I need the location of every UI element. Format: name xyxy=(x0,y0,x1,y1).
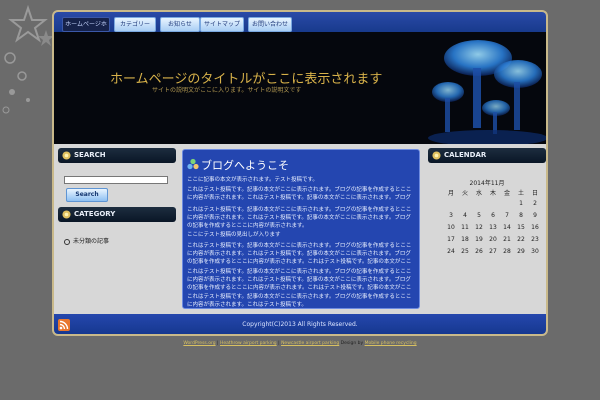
calendar-weekdays: 月火水木金土日 xyxy=(444,188,542,197)
weekday: 土 xyxy=(517,190,524,197)
calendar-heading-text: CALENDAR xyxy=(444,151,487,159)
bullet-icon xyxy=(64,238,70,245)
calendar-caption: 2014年11月 xyxy=(469,180,505,187)
top-navigation: ホームページホーム カテゴリー お知らせ サイトマップ お問い合わせ xyxy=(54,12,546,41)
calendar-day: 30 xyxy=(531,248,539,255)
nav-tab-news[interactable]: お知らせ xyxy=(160,17,200,32)
copyright-text: Copyright(C)2013 All Rights Reserved. xyxy=(242,321,358,328)
post-paragraph: これはテスト投稿です。記事の本文がここに表示されます。ブログの記事を作成するとこ… xyxy=(187,269,412,291)
post-paragraph: これはテスト投稿です。記事の本文がここに表示されます。ブログの記事を作成するとこ… xyxy=(187,243,412,265)
glowing-mushroom-image xyxy=(428,40,546,144)
search-button[interactable]: Search xyxy=(66,188,108,202)
calendar-day: 19 xyxy=(475,236,483,243)
calendar-week: 24 25 26 27 28 29 30 xyxy=(444,248,542,255)
calendar-day: 9 xyxy=(533,212,537,219)
flower-icon xyxy=(432,151,441,160)
flower-icon xyxy=(62,151,71,160)
calendar-day: 21 xyxy=(503,236,511,243)
calendar-day: 8 xyxy=(519,212,523,219)
calendar-day: 15 xyxy=(517,224,525,231)
calendar-day: 17 xyxy=(447,236,455,243)
category-widget-heading: CATEGORY xyxy=(58,207,176,222)
weekday: 水 xyxy=(475,190,482,197)
calendar-day: 22 xyxy=(517,236,525,243)
calendar-day: 18 xyxy=(461,236,469,243)
nav-tab-sitemap[interactable]: サイトマップ xyxy=(200,17,244,32)
post-paragraph: これはテスト投稿です。記事の本文がここに表示されます。ブログの記事を作成するとこ… xyxy=(187,187,412,201)
weekday: 月 xyxy=(447,190,454,197)
header-banner: ホームページのタイトルがここに表示されます サイトの説明文がここに入ります。サイ… xyxy=(54,32,546,144)
calendar-day: 26 xyxy=(475,248,483,255)
post-paragraph: これはテスト投稿です。記事の本文がここに表示されます。ブログの記事を作成するとこ… xyxy=(187,207,412,229)
calendar-day: 16 xyxy=(531,224,539,231)
credit-link[interactable]: WordPress.org xyxy=(183,341,215,346)
main-post: ブログへようこそ ここに記事の本文が表示されます。テスト投稿です。 これはテスト… xyxy=(182,149,420,309)
calendar-day: 13 xyxy=(489,224,497,231)
calendar-day: 2 xyxy=(533,200,537,207)
calendar-week: 17 18 19 20 21 22 23 xyxy=(444,236,542,243)
page-container: ホームページホーム カテゴリー お知らせ サイトマップ お問い合わせ ホームペー… xyxy=(52,10,548,336)
calendar-day: 11 xyxy=(461,224,469,231)
search-input[interactable] xyxy=(64,176,168,184)
flower-icon xyxy=(62,210,71,219)
calendar-day: 5 xyxy=(477,212,481,219)
calendar-day: 7 xyxy=(505,212,509,219)
calendar-day: 24 xyxy=(447,248,455,255)
category-heading-text: CATEGORY xyxy=(74,210,116,218)
calendar-week: 3 4 5 6 7 8 9 xyxy=(444,212,542,219)
site-description: サイトの説明文がここに入ります。サイトの説明文です xyxy=(152,87,302,94)
calendar-widget-heading: CALENDAR xyxy=(428,148,546,163)
calendar-day: 12 xyxy=(475,224,483,231)
search-widget-heading: SEARCH xyxy=(58,148,176,163)
post-title[interactable]: ブログへようこそ xyxy=(201,157,289,173)
search-heading-text: SEARCH xyxy=(74,151,106,159)
calendar-day: 3 xyxy=(449,212,453,219)
decorative-stars-graphic xyxy=(2,4,54,114)
calendar-day: 6 xyxy=(491,212,495,219)
credit-text: Design by xyxy=(339,341,365,346)
calendar-day: 28 xyxy=(503,248,511,255)
nav-tab-contact[interactable]: お問い合わせ xyxy=(248,17,292,32)
nav-tab-home[interactable]: ホームページホーム xyxy=(62,17,110,41)
credit-link[interactable]: Heathrow airport parking xyxy=(220,341,277,346)
credit-link[interactable]: Newcastle airport parking xyxy=(281,341,339,346)
calendar-day: 1 xyxy=(519,200,523,207)
nav-tab-category[interactable]: カテゴリー xyxy=(114,17,156,32)
calendar-week: 12 xyxy=(444,200,542,207)
category-list-item[interactable]: 未分類の記事 xyxy=(64,236,109,245)
calendar-day: 27 xyxy=(489,248,497,255)
post-paragraph: ここに記事の本文が表示されます。テスト投稿です。 xyxy=(187,177,318,183)
calendar-day: 14 xyxy=(503,224,511,231)
calendar-day: 10 xyxy=(447,224,455,231)
post-subheading: ここにテスト投稿の見出しが入ります xyxy=(187,232,281,238)
post-paragraph: これはテスト投稿です。記事の本文がここに表示されます。ブログの記事を作成するとこ… xyxy=(187,294,412,308)
calendar-day: 25 xyxy=(461,248,469,255)
weekday: 木 xyxy=(489,190,496,197)
category-item-label[interactable]: 未分類の記事 xyxy=(73,238,109,245)
weekday: 火 xyxy=(461,190,468,197)
calendar-day: 29 xyxy=(517,248,525,255)
calendar-day: 23 xyxy=(531,236,539,243)
weekday: 日 xyxy=(531,190,538,197)
footer-bar: Copyright(C)2013 All Rights Reserved. xyxy=(54,314,546,334)
content-area: SEARCH Search CATEGORY 未分類の記事 ブログへようこそ こ… xyxy=(54,144,546,314)
calendar-day: 4 xyxy=(463,212,467,219)
post-icon xyxy=(187,158,199,170)
credits-line: WordPress.org | Heathrow airport parking… xyxy=(0,341,600,346)
calendar-week: 10 11 12 13 14 15 16 xyxy=(444,224,542,231)
credit-link[interactable]: Mobile phone recycling xyxy=(365,341,417,346)
weekday: 金 xyxy=(503,190,510,197)
calendar-day: 20 xyxy=(489,236,497,243)
